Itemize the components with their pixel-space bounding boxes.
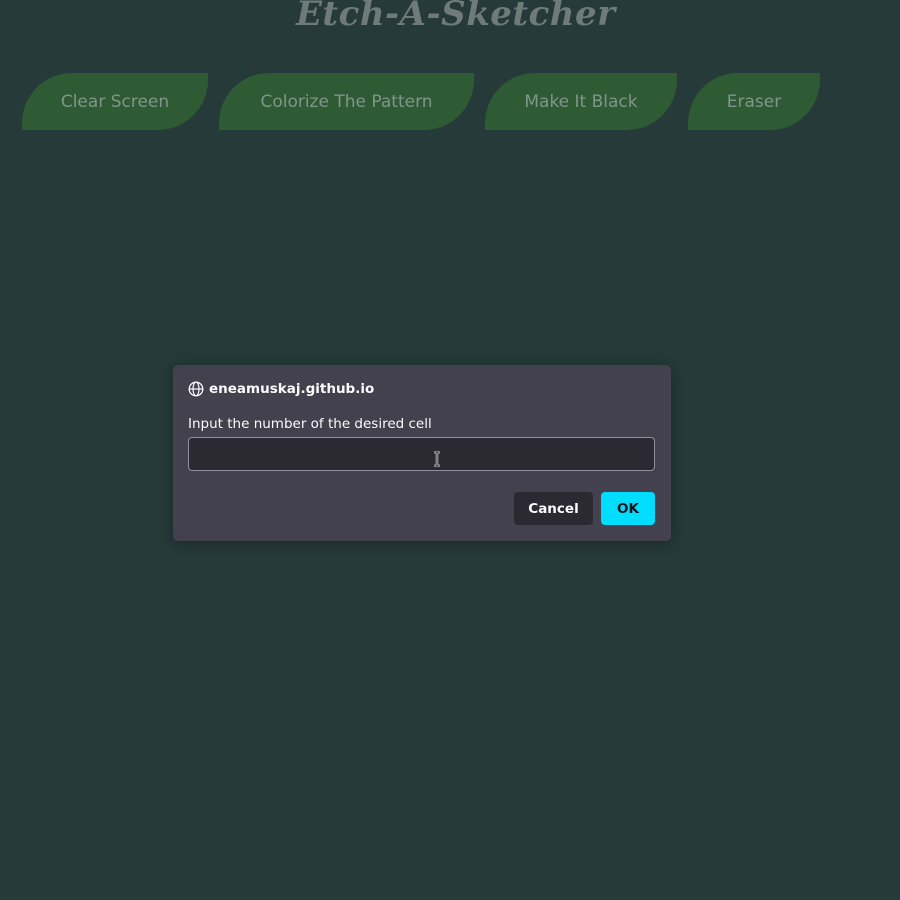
make-it-black-label: Make It Black [524,91,638,112]
dialog-actions: Cancel OK [514,492,655,525]
ok-button[interactable]: OK [601,492,655,525]
app-title: Etch-A-Sketcher [296,0,616,34]
eraser-button[interactable]: Eraser [688,73,820,130]
clear-screen-button[interactable]: Clear Screen [22,73,208,130]
make-it-black-button[interactable]: Make It Black [485,73,677,130]
prompt-dialog: eneamuskaj.github.io Input the number of… [173,365,671,541]
toolbar: Clear Screen Colorize The Pattern Make I… [0,73,900,131]
globe-icon [188,381,204,397]
dialog-header: eneamuskaj.github.io [188,381,374,397]
dialog-origin: eneamuskaj.github.io [209,381,375,397]
eraser-label: Eraser [726,91,782,112]
cell-count-input[interactable] [188,437,655,471]
colorize-pattern-button[interactable]: Colorize The Pattern [219,73,474,130]
colorize-pattern-label: Colorize The Pattern [260,91,433,112]
page: Etch-A-Sketcher Clear Screen Colorize Th… [0,0,900,900]
text-cursor-icon [433,450,441,468]
dialog-message: Input the number of the desired cell [188,416,432,432]
cancel-button[interactable]: Cancel [514,492,593,525]
clear-screen-label: Clear Screen [60,91,170,112]
